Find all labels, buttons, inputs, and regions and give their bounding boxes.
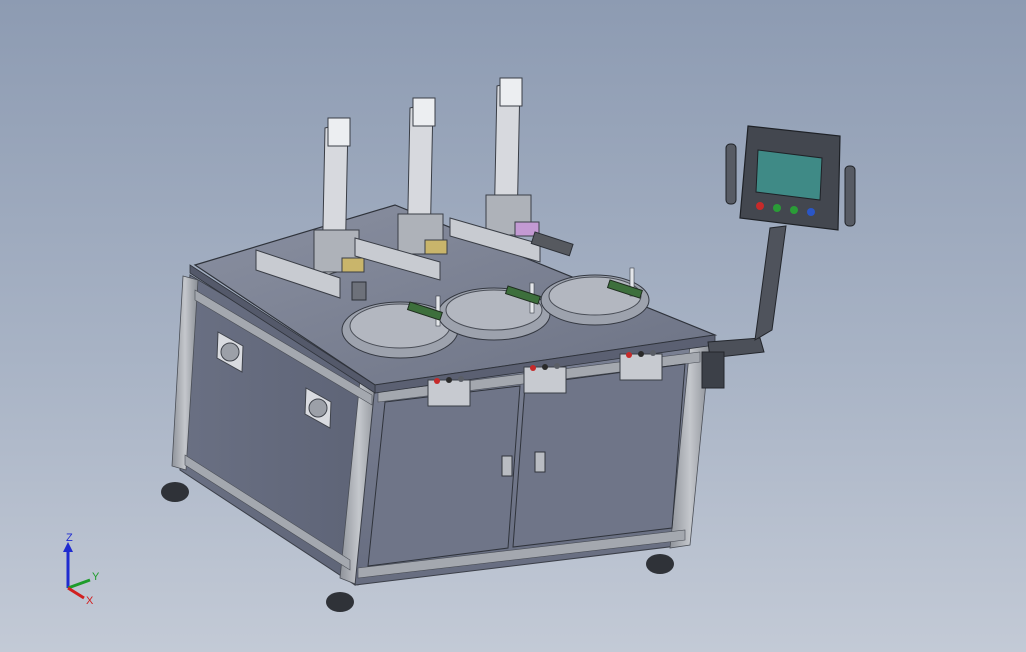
station-control-box-3[interactable] [619, 350, 663, 381]
station-3-linear-module [449, 77, 574, 263]
z-axis-label: Z [66, 532, 73, 544]
cad-viewport[interactable]: Z Y X [0, 0, 1026, 652]
machine-model-3d[interactable] [0, 0, 1026, 652]
x-axis-label: X [86, 595, 94, 607]
station-control-box-2[interactable] [523, 363, 567, 394]
hmi-button-blue [807, 208, 815, 216]
coordinate-triad: Z Y X [63, 532, 100, 607]
station-control-box-1[interactable] [427, 376, 471, 407]
hmi-button-red [756, 202, 764, 210]
hmi-screen [755, 149, 823, 201]
door-handle-left[interactable] [501, 455, 513, 477]
hmi-panel[interactable] [725, 125, 856, 231]
hmi-button-green-2 [790, 206, 798, 214]
station-2-linear-module [354, 97, 448, 281]
door-handle-right[interactable] [534, 451, 546, 473]
y-axis-label: Y [92, 571, 100, 583]
hmi-support-arm [701, 225, 787, 389]
hmi-button-green-1 [773, 204, 781, 212]
